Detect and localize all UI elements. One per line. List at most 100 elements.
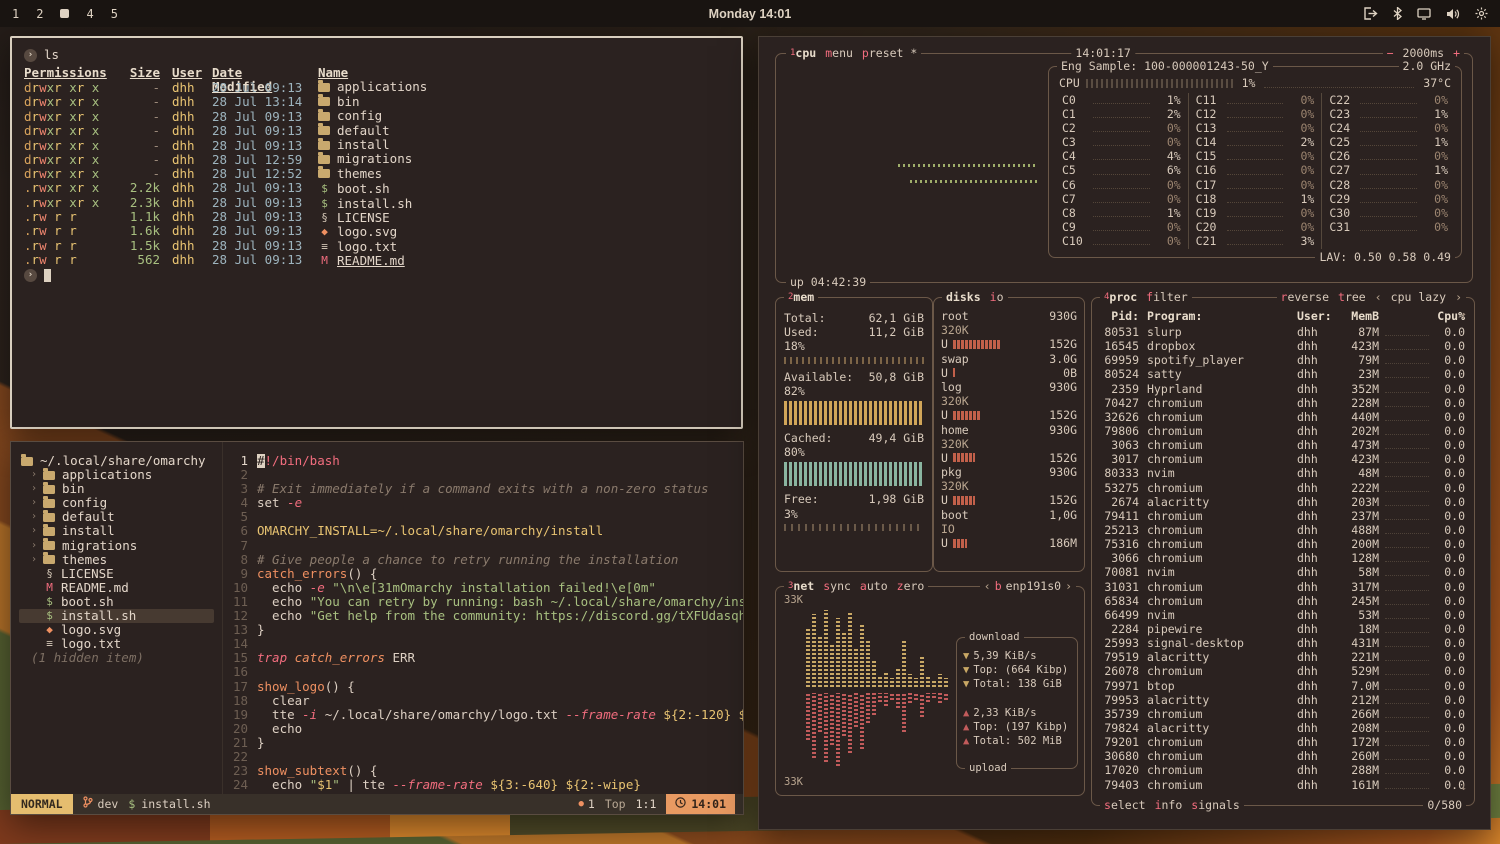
process-row[interactable]: 79971btopdhh7.0M0.0 [1099,679,1467,693]
net-interface-selector[interactable]: ‹ b enp191s0 › [980,579,1076,594]
workspace-2[interactable]: 2 [36,7,43,21]
process-row[interactable]: 79403chromiumdhh161M0.0 [1099,778,1467,792]
process-pid: 79806 [1099,424,1147,438]
tree-item[interactable]: ›config [19,496,214,510]
process-memory: 221M [1337,650,1379,664]
sort-column[interactable]: cpu lazy [1391,290,1446,304]
tree-item[interactable]: §LICENSE [19,567,214,581]
reverse-button[interactable]: reverse [1281,290,1329,304]
tree-item[interactable]: ›migrations [19,539,214,553]
process-row[interactable]: 79953alacrittydhh212M0.0 [1099,693,1467,707]
workspace-5[interactable]: 5 [111,7,118,21]
mem-free-label: Free: [784,492,819,506]
mem-cached-label: Cached: [784,431,832,445]
logout-icon[interactable] [1364,7,1378,20]
col-pid[interactable]: Pid: [1099,309,1147,323]
process-row[interactable]: 25213chromiumdhh488M0.0 [1099,523,1467,537]
process-row[interactable]: 69959spotify_playerdhh79M0.0 [1099,353,1467,367]
process-row[interactable]: 3017chromiumdhh423M0.0 [1099,452,1467,466]
tree-item[interactable]: ›bin [19,482,214,496]
sort-right-arrow[interactable]: › [1455,290,1462,304]
process-row[interactable]: 79411chromiumdhh237M0.0 [1099,509,1467,523]
info-button[interactable]: info [1155,798,1183,812]
tree-item[interactable]: ›install [19,524,214,538]
process-row[interactable]: 3063chromiumdhh473M0.0 [1099,438,1467,452]
line-number: 8 [223,553,248,567]
process-row[interactable]: 32626chromiumdhh440M0.0 [1099,410,1467,424]
process-row[interactable]: 75316chromiumdhh200M0.0 [1099,537,1467,551]
cpu-cores-panel: Eng Sample: 100-000001243-50_Y 2.0 GHz C… [1048,66,1462,258]
scroll-down-arrow[interactable]: ↓ [1460,779,1467,793]
process-row[interactable]: 79824alacrittydhh208M0.0 [1099,721,1467,735]
volume-icon[interactable] [1446,8,1460,20]
tree-button[interactable]: tree [1338,290,1366,304]
auto-button[interactable]: auto [860,579,888,593]
tree-root[interactable]: ~/.local/share/omarchy [19,454,214,468]
disks-box-label: disks [946,290,981,304]
process-cpu-percent: 0.0 [1435,382,1467,396]
tree-item[interactable]: ›themes [19,553,214,567]
btop-window: 1cpu menu preset * 14:01:17 − 2000ms + E… [758,36,1491,830]
readme-file-icon: M [318,254,331,268]
process-name: chromium [1147,410,1297,424]
image-file-icon: ◆ [318,225,331,239]
workspace-1[interactable]: 1 [12,7,19,21]
preset-button[interactable]: preset * [862,46,917,60]
tree-item[interactable]: ›applications [19,468,214,482]
process-row[interactable]: 30680chromiumdhh260M0.0 [1099,749,1467,763]
prev-interface-arrow[interactable]: ‹ [984,579,991,593]
process-row[interactable]: 65834chromiumdhh245M0.0 [1099,594,1467,608]
process-row[interactable]: 70427chromiumdhh228M0.0 [1099,396,1467,410]
signals-button[interactable]: signals [1191,798,1239,812]
col-program[interactable]: Program: [1147,309,1297,323]
col-user[interactable]: User: [1297,309,1337,323]
process-row[interactable]: 80333nvimdhh48M0.0 [1099,466,1467,480]
bluetooth-icon[interactable] [1393,7,1402,20]
process-row[interactable]: 3066chromiumdhh128M0.0 [1099,551,1467,565]
process-row[interactable]: 53275chromiumdhh222M0.0 [1099,481,1467,495]
filter-button[interactable]: filter [1146,290,1188,304]
editor-pane[interactable]: 123456789101112131415161718192021222324 … [223,442,743,794]
process-row[interactable]: 2284pipewiredhh18M0.0 [1099,622,1467,636]
tree-item: (1 hidden item) [19,651,214,665]
process-row[interactable]: 80524sattydhh23M0.0 [1099,367,1467,381]
process-row[interactable]: 25993signal-desktopdhh431M0.0 [1099,636,1467,650]
display-icon[interactable] [1417,8,1431,20]
cpu-model: Eng Sample: 100-000001243-50_Y [1057,59,1273,74]
next-interface-arrow[interactable]: › [1065,579,1072,593]
select-button[interactable]: select [1104,798,1146,812]
col-memb[interactable]: MemB [1337,309,1379,323]
tree-item[interactable]: MREADME.md [19,581,214,595]
process-row[interactable]: 35739chromiumdhh266M0.0 [1099,707,1467,721]
empty-prompt-line[interactable]: › [24,267,729,283]
tree-item[interactable]: $install.sh [19,609,214,623]
workspace-active-icon[interactable] [60,9,69,18]
process-row[interactable]: 70081nvimdhh58M0.0 [1099,565,1467,579]
process-row[interactable]: 2674alacrittydhh203M0.0 [1099,495,1467,509]
process-row[interactable]: 31031chromiumdhh317M0.0 [1099,580,1467,594]
interval-decrease-button[interactable]: − [1387,46,1394,60]
process-row[interactable]: 79201chromiumdhh172M0.0 [1099,735,1467,749]
sync-button[interactable]: sync [823,579,851,593]
process-row[interactable]: 2359Hyprlanddhh352M0.0 [1099,382,1467,396]
process-row[interactable]: 66499nvimdhh53M0.0 [1099,608,1467,622]
tree-item[interactable]: ◆logo.svg [19,623,214,637]
file-owner: dhh [160,124,202,138]
scroll-up-arrow[interactable]: ↑ [1460,308,1467,322]
process-row[interactable]: 80531slurpdhh87M0.0 [1099,325,1467,339]
process-row[interactable]: 16545dropboxdhh423M0.0 [1099,339,1467,353]
process-row[interactable]: 17020chromiumdhh288M0.0 [1099,763,1467,777]
settings-icon[interactable] [1475,7,1488,20]
process-row[interactable]: 26078chromiumdhh529M0.0 [1099,664,1467,678]
workspace-4[interactable]: 4 [86,7,93,21]
tree-item[interactable]: $boot.sh [19,595,214,609]
process-row[interactable]: 79806chromiumdhh202M0.0 [1099,424,1467,438]
menu-button[interactable]: menu [825,46,853,60]
up-arrow-icon: ▲ [963,706,969,720]
io-mode-button[interactable]: io [990,290,1004,304]
tree-item[interactable]: ›default [19,510,214,524]
tree-item[interactable]: ≡logo.txt [19,637,214,651]
sort-left-arrow[interactable]: ‹ [1375,290,1382,304]
process-row[interactable]: 79519alacrittydhh221M0.0 [1099,650,1467,664]
zero-button[interactable]: zero [897,579,925,593]
